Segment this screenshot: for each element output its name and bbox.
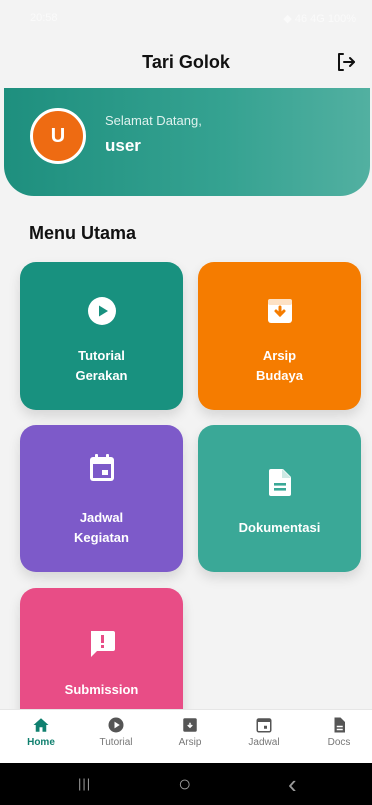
feedback-icon (90, 631, 115, 657)
app-bar: Tari Golok (0, 38, 372, 88)
menu-title: Menu Utama (29, 223, 137, 243)
submission-card[interactable]: Submission (20, 588, 183, 718)
calendar-icon (256, 718, 272, 733)
home-icon (33, 718, 49, 732)
page-title: Tari Golok (142, 52, 230, 72)
arsip-budaya-card[interactable]: Arsip Budaya (198, 262, 361, 410)
back-button[interactable]: ‹ (288, 769, 297, 800)
nav-home[interactable]: Home (11, 716, 71, 748)
status-bar: 20:58 ◆ 46 4G 100% (0, 0, 372, 38)
nav-label: Tutorial (99, 737, 133, 748)
card-label: Jadwal (79, 510, 124, 525)
nav-docs[interactable]: Docs (309, 716, 369, 748)
document-icon (334, 717, 345, 733)
card-label: Submission (64, 682, 139, 697)
status-time: 20:58 (30, 12, 58, 24)
jadwal-kegiatan-card[interactable]: Jadwal Kegiatan (20, 425, 183, 572)
home-button[interactable]: ○ (178, 771, 191, 797)
card-label: Dokumentasi (238, 520, 321, 535)
nav-jadwal[interactable]: Jadwal (234, 716, 294, 748)
logout-icon[interactable] (334, 50, 358, 74)
calendar-icon (89, 454, 114, 481)
card-label: Tutorial (78, 348, 125, 363)
nav-label: Arsip (178, 737, 202, 748)
document-icon (268, 469, 291, 496)
avatar: U (30, 108, 86, 164)
archive-icon (183, 718, 197, 732)
play-icon (108, 717, 124, 733)
system-navigation-bar: ||| ○ ‹ (0, 763, 372, 805)
bottom-navigation: Home Tutorial Arsip Jadwal Docs (0, 709, 372, 763)
tutorial-gerakan-card[interactable]: Tutorial Gerakan (20, 262, 183, 410)
recents-button[interactable]: ||| (78, 776, 91, 791)
archive-icon (267, 299, 292, 323)
nav-arsip[interactable]: Arsip (160, 716, 220, 748)
card-label: Arsip (262, 348, 297, 363)
dokumentasi-card[interactable]: Dokumentasi (198, 425, 361, 572)
card-label: Kegiatan (74, 530, 129, 545)
nav-tutorial[interactable]: Tutorial (86, 716, 146, 748)
card-label: Gerakan (75, 368, 128, 383)
greeting-text: Selamat Datang, (105, 113, 202, 128)
username-text: user (105, 136, 141, 155)
play-icon (87, 297, 116, 325)
nav-label: Jadwal (248, 737, 280, 748)
card-label: Budaya (256, 368, 303, 383)
nav-label: Docs (327, 737, 351, 748)
status-indicators: ◆ 46 4G 100% (283, 13, 356, 25)
nav-label: Home (27, 737, 55, 748)
welcome-header: U Selamat Datang, user (4, 88, 370, 196)
